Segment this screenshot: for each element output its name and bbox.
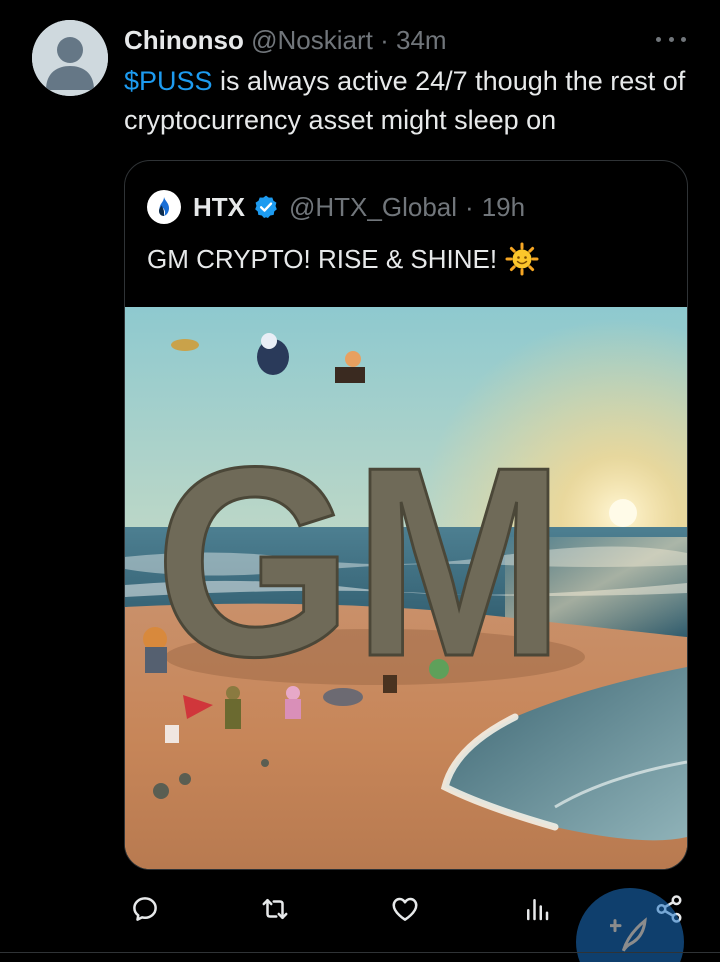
author-name[interactable]: Chinonso [124, 25, 244, 55]
verified-badge-icon [255, 195, 277, 219]
like-button[interactable] [388, 892, 422, 926]
retweet-icon [262, 899, 288, 919]
htx-logo-avatar[interactable] [147, 190, 181, 224]
dot [656, 36, 661, 42]
default-avatar-icon [32, 20, 108, 96]
views-icon [527, 899, 549, 921]
quoted-time[interactable]: 19h [482, 192, 525, 223]
post-header: Chinonso @Noskiart · 34m [124, 24, 447, 56]
meta-separator: · [465, 191, 474, 222]
post-text: $PUSS is always active 24/7 though the r… [124, 62, 704, 140]
reply-button[interactable] [128, 892, 162, 926]
meta-separator: · [380, 25, 389, 55]
like-icon [392, 897, 418, 921]
author-handle[interactable]: @Noskiart [251, 25, 373, 55]
compose-feather-icon [610, 917, 647, 952]
post-time[interactable]: 34m [396, 25, 447, 55]
quoted-author-name[interactable]: HTX [193, 192, 245, 223]
divider [0, 952, 720, 953]
retweet-button[interactable] [258, 892, 292, 926]
quoted-text: GM CRYPTO! RISE & SHINE! [147, 241, 539, 277]
beach-sunrise-image: GM [125, 307, 687, 869]
sand-gm-letters: GM [154, 411, 567, 715]
quoted-author-handle[interactable]: @HTX_Global [289, 192, 457, 223]
more-options-icon[interactable] [656, 30, 686, 48]
sun-emoji-icon [505, 242, 539, 276]
quoted-header: HTX @HTX_Global · 19h [147, 189, 525, 225]
quoted-post[interactable]: HTX @HTX_Global · 19h GM CRYPTO! RISE & … [124, 160, 688, 870]
gm-image-text: GM [155, 412, 565, 713]
quoted-media-image[interactable]: GM [125, 307, 687, 869]
author-avatar[interactable] [32, 20, 108, 96]
flame-logo-icon [159, 197, 169, 216]
quoted-text-body: GM CRYPTO! RISE & SHINE! [147, 244, 498, 274]
dot [681, 36, 686, 42]
dot [668, 36, 674, 42]
reply-icon [133, 897, 157, 921]
views-button[interactable] [520, 892, 554, 926]
cashtag-link[interactable]: $PUSS [124, 66, 213, 96]
